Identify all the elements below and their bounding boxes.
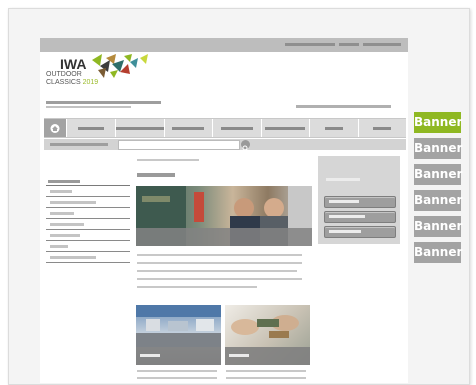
nav-item[interactable] xyxy=(66,119,115,137)
nav-item[interactable] xyxy=(309,119,358,137)
banner-slot-5[interactable]: Banner xyxy=(414,216,462,237)
sidebar-item[interactable] xyxy=(50,245,68,248)
sidebar-heading xyxy=(48,180,80,183)
nav-item[interactable] xyxy=(260,119,310,137)
banner-slot-4[interactable]: Banner xyxy=(414,190,462,211)
info-box-heading xyxy=(326,178,360,181)
nav-item[interactable] xyxy=(212,119,261,137)
website-mockup: IWA OUTDOOR CLASSICS 2019 xyxy=(40,38,408,383)
teaser-image-2[interactable] xyxy=(225,305,310,365)
info-box-button-2[interactable] xyxy=(324,211,396,223)
banner-slot-6[interactable]: Banner xyxy=(414,242,462,263)
nav-item[interactable] xyxy=(163,119,213,137)
sidebar-item[interactable] xyxy=(50,234,80,237)
hero-caption-overlay xyxy=(136,228,312,246)
teaser-caption-1 xyxy=(136,347,221,365)
nav-home[interactable] xyxy=(44,119,66,137)
teaser-text-placeholder xyxy=(137,377,217,379)
logo-line-2: CLASSICS 2019 xyxy=(46,79,99,86)
search-label-placeholder xyxy=(50,143,108,146)
article-heading-placeholder xyxy=(137,173,175,177)
breadcrumb-placeholder xyxy=(137,159,199,161)
sidebar-item[interactable] xyxy=(50,212,74,215)
sidebar-item[interactable] xyxy=(50,223,84,226)
right-info-box xyxy=(318,156,400,244)
top-link[interactable] xyxy=(339,43,359,46)
teaser-caption-2 xyxy=(225,347,310,365)
info-box-button-3[interactable] xyxy=(324,226,396,238)
search-button[interactable] xyxy=(241,140,250,152)
nav-item[interactable] xyxy=(357,119,407,137)
sidebar-item[interactable] xyxy=(50,201,96,204)
home-icon xyxy=(50,123,60,133)
info-box-button-1[interactable] xyxy=(324,196,396,208)
search-input[interactable] xyxy=(118,140,240,150)
sidebar-item[interactable] xyxy=(50,190,72,193)
logo-triangles-icon xyxy=(92,54,148,78)
sidebar-item[interactable] xyxy=(50,256,96,259)
main-navigation xyxy=(44,118,406,138)
teaser-image-1[interactable] xyxy=(136,305,221,365)
teaser-text-placeholder xyxy=(137,370,217,372)
top-link[interactable] xyxy=(363,43,401,46)
iwa-logo[interactable]: IWA OUTDOOR CLASSICS 2019 xyxy=(46,54,186,92)
search-icon xyxy=(242,145,249,152)
banner-slot-3[interactable]: Banner xyxy=(414,164,462,185)
logo-brand: IWA xyxy=(60,56,87,72)
teaser-text-placeholder xyxy=(226,377,306,379)
hero-image[interactable] xyxy=(136,186,312,246)
top-link[interactable] xyxy=(285,43,335,46)
nav-item[interactable] xyxy=(114,119,164,137)
header-text-placeholder xyxy=(46,106,131,108)
banner-slot-2[interactable]: Banner xyxy=(414,138,462,159)
top-bar xyxy=(40,38,408,52)
banner-slot-1[interactable]: Banner xyxy=(414,112,462,133)
header-right-placeholder xyxy=(296,105,391,108)
logo-line-1: OUTDOOR xyxy=(46,71,82,78)
search-bar xyxy=(44,139,406,152)
header-text-placeholder xyxy=(46,101,161,104)
teaser-text-placeholder xyxy=(226,370,306,372)
product-hands-illustration xyxy=(231,315,299,338)
exhibition-hall-illustration xyxy=(136,305,221,347)
